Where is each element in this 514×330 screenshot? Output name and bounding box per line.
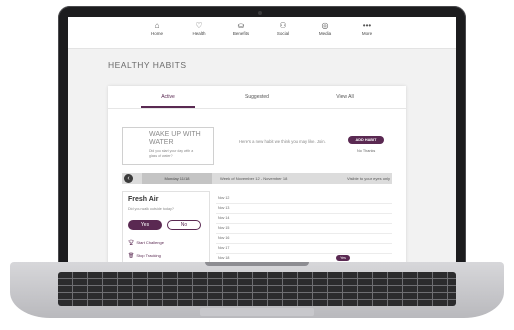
habit-tabs: Active Suggested View All [108, 86, 406, 109]
suggested-habit-title: WAKE UP WITH WATER [149, 131, 201, 146]
visibility-note: Visible to your eyes only [347, 176, 391, 181]
day-label: Nov 15 [218, 226, 230, 230]
nav-label: Health [192, 31, 206, 36]
trophy-icon: 🏆︎ [128, 240, 135, 246]
stop-tracking-link[interactable]: 🗑︎ Stop Tracking [128, 253, 161, 259]
suggested-habit-subtitle: Did you start your day with a glass of w… [149, 149, 194, 158]
start-challenge-link[interactable]: 🏆︎ Start Challenge [128, 240, 164, 246]
day-label: Nov 18 [218, 256, 230, 260]
trackpad [200, 308, 314, 316]
day-list: Nov 12 Nov 13 Nov 14 Nov 15 Nov 16 Nov 1… [216, 194, 392, 264]
day-row[interactable]: Nov 12 [216, 194, 392, 204]
trash-icon: 🗑︎ [128, 253, 135, 259]
no-button[interactable]: No [167, 220, 201, 230]
nav-benefits[interactable]: ⛀ Benefits [227, 17, 255, 48]
nav-label: More [361, 31, 373, 36]
week-bar: ‹ Monday 11/18 Week of November 12 - Nov… [122, 173, 392, 184]
chevron-left-icon[interactable]: ‹ [124, 174, 133, 183]
tab-suggested[interactable]: Suggested [227, 94, 287, 100]
week-range: Week of November 12 - November 18 [220, 176, 288, 181]
yes-button[interactable]: Yes [128, 220, 162, 230]
day-row[interactable]: Nov 13 [216, 204, 392, 214]
people-icon: ⚇ [279, 21, 287, 30]
nav-label: Social [276, 31, 290, 36]
heart-icon: ♡ [195, 21, 203, 30]
day-label: Nov 16 [218, 236, 230, 240]
nav-label: Media [318, 31, 332, 36]
hinge-notch [205, 262, 309, 266]
start-challenge-label: Start Challenge [136, 240, 164, 245]
day-row[interactable]: Nov 16 [216, 234, 392, 244]
nav-media[interactable]: ◎ Media [311, 17, 339, 48]
nav-home[interactable]: ⌂ Home [143, 17, 171, 48]
no-thanks-link[interactable]: No Thanks [357, 149, 375, 153]
suggestion-prompt: Here's a new habit we think you may like… [239, 139, 326, 144]
active-tab-indicator [141, 106, 195, 108]
keyboard [58, 272, 456, 306]
nav-health[interactable]: ♡ Health [185, 17, 213, 48]
stop-tracking-label: Stop Tracking [136, 253, 161, 258]
status-badge: Yes [336, 255, 350, 261]
nav-label: Benefits [232, 31, 250, 36]
day-row[interactable]: Nov 17 [216, 244, 392, 254]
more-icon: ••• [362, 21, 372, 30]
day-row[interactable]: Nov 15 [216, 224, 392, 234]
laptop-base [10, 262, 504, 318]
day-label: Nov 12 [218, 196, 230, 200]
top-navigation: ⌂ Home ♡ Health ⛀ Benefits ⚇ Social ◎ Me… [68, 17, 456, 49]
tab-active[interactable]: Active [138, 94, 198, 100]
day-row[interactable]: Nov 14 [216, 214, 392, 224]
habit-question: Did you walk outside today? [128, 207, 174, 211]
camera-dot [258, 11, 262, 15]
day-label: Nov 17 [218, 246, 230, 250]
selected-day: Monday 11/18 [142, 173, 212, 184]
nav-social[interactable]: ⚇ Social [269, 17, 297, 48]
home-icon: ⌂ [154, 21, 160, 30]
add-habit-button[interactable]: ADD HABIT [348, 136, 384, 144]
screen: ⌂ Home ♡ Health ⛀ Benefits ⚇ Social ◎ Me… [68, 17, 456, 267]
day-label: Nov 14 [218, 216, 230, 220]
page-title: HEALTHY HABITS [108, 60, 187, 70]
fresh-air-habit: Fresh Air Did you walk outside today? Ye… [122, 191, 210, 267]
coins-icon: ⛀ [237, 21, 245, 30]
nav-label: Home [150, 31, 163, 36]
nav-more[interactable]: ••• More [353, 17, 381, 48]
day-label: Nov 13 [218, 206, 230, 210]
suggested-habit-card[interactable]: WAKE UP WITH WATER Did you start your da… [122, 127, 214, 165]
laptop-lid: ⌂ Home ♡ Health ⛀ Benefits ⚇ Social ◎ Me… [58, 6, 466, 274]
habits-card: Active Suggested View All WAKE UP WITH W… [108, 86, 406, 267]
media-icon: ◎ [321, 21, 329, 30]
tab-view-all[interactable]: View All [315, 94, 375, 100]
habit-title: Fresh Air [128, 196, 159, 203]
